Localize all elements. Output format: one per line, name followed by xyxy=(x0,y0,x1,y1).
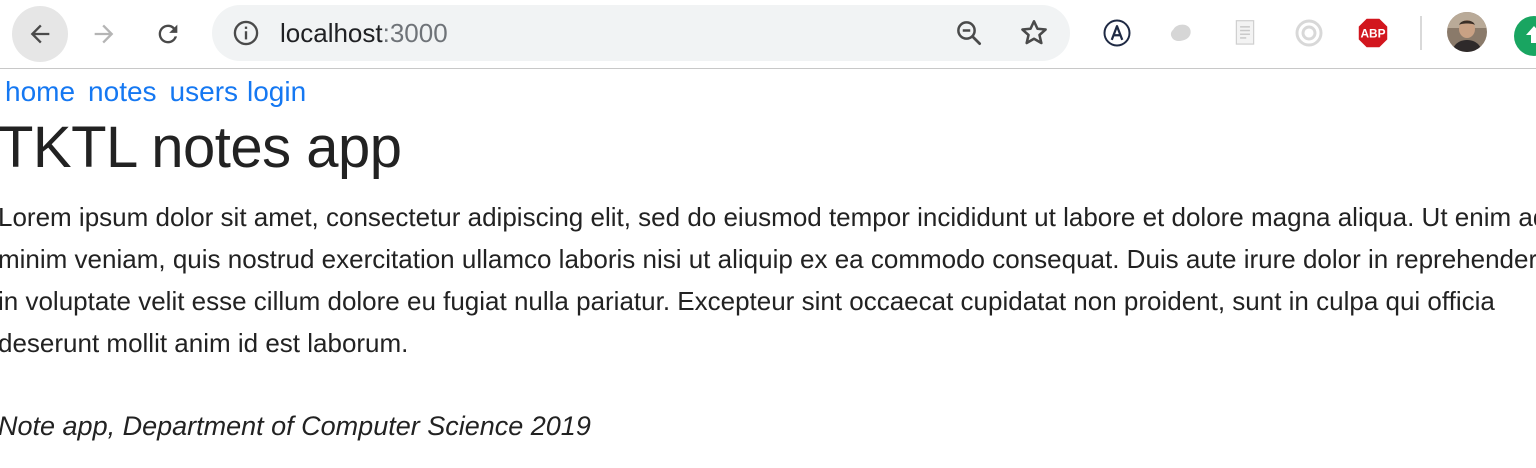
toolbar-divider xyxy=(1420,16,1422,50)
browser-toolbar: localhost:3000 ABP xyxy=(0,0,1536,69)
arrow-left-icon xyxy=(30,24,50,44)
page-content: home notes users login TKTL notes app Lorem… xyxy=(0,70,1536,468)
blob-icon[interactable] xyxy=(1164,14,1198,52)
url-host: localhost xyxy=(280,18,383,48)
back-button[interactable] xyxy=(12,6,68,62)
nav-link-users[interactable]: users xyxy=(170,76,238,107)
body-paragraph: Lorem ipsum dolor sit amet, consectetur … xyxy=(0,202,1536,358)
reload-button[interactable] xyxy=(140,6,196,62)
nav-link-home[interactable]: home xyxy=(5,76,75,107)
url-port: :3000 xyxy=(382,18,448,48)
zoom-out-icon[interactable] xyxy=(954,18,984,48)
address-bar[interactable]: localhost:3000 xyxy=(212,5,1070,61)
adblock-icon[interactable]: ABP xyxy=(1356,14,1390,52)
forward-button[interactable] xyxy=(76,6,132,62)
accessibility-a-icon[interactable] xyxy=(1100,14,1134,52)
nav-links: home notes users login xyxy=(5,76,319,108)
arrow-right-icon xyxy=(94,24,114,44)
footer-note: Note app, Department of Computer Science… xyxy=(0,411,591,441)
ring-icon[interactable] xyxy=(1292,14,1326,52)
document-icon[interactable] xyxy=(1228,14,1262,52)
info-icon[interactable] xyxy=(232,19,260,47)
adblock-label: ABP xyxy=(1360,27,1385,41)
page-title: TKTL notes app xyxy=(0,115,402,180)
url-text[interactable]: localhost:3000 xyxy=(280,19,448,47)
green-upload-icon[interactable] xyxy=(1514,16,1536,56)
nav-link-notes[interactable]: notes xyxy=(88,76,157,107)
avatar[interactable] xyxy=(1447,12,1487,52)
reload-icon xyxy=(158,24,178,44)
nav-link-login[interactable]: login xyxy=(247,76,306,107)
star-icon[interactable] xyxy=(1018,17,1050,49)
